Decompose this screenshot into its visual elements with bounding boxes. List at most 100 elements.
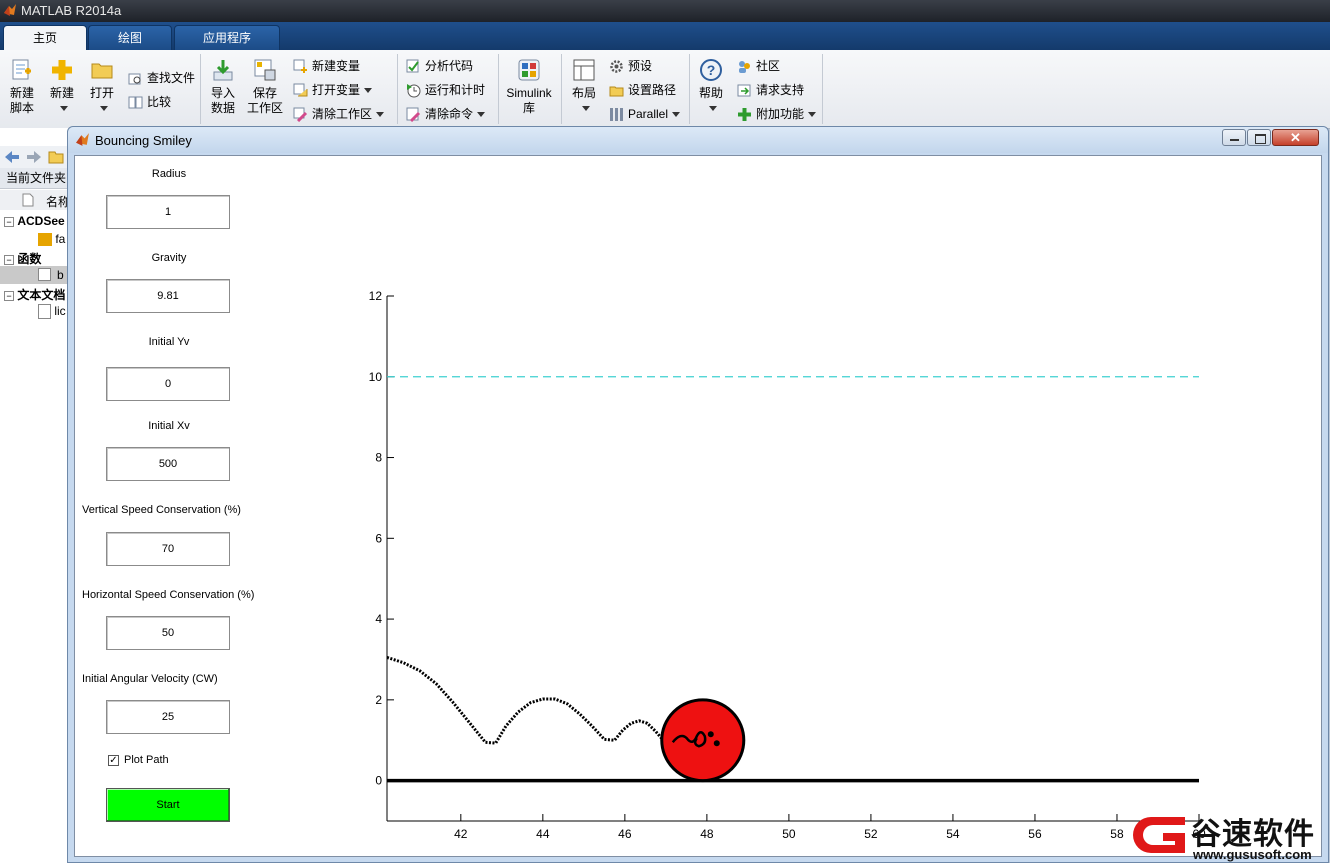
chevron-down-icon <box>376 112 385 118</box>
simulink-icon <box>518 59 540 81</box>
new-variable-button[interactable]: 新建变量 <box>293 56 360 76</box>
x-tick-label: 56 <box>1028 827 1042 841</box>
clear-commands-label: 清除命令 <box>425 107 474 121</box>
analyze-code-button[interactable]: 分析代码 <box>406 56 473 76</box>
matlab-logo-icon <box>4 4 16 16</box>
x-tick-label: 42 <box>454 827 468 841</box>
tree-group-text-docs[interactable]: − 文本文档 <box>4 286 65 303</box>
parallel-icon <box>610 108 623 122</box>
file-icon <box>22 193 34 207</box>
close-button[interactable]: ✕ <box>1272 129 1319 146</box>
back-arrow-icon[interactable] <box>4 150 20 164</box>
compare-button[interactable]: 比较 <box>128 92 171 112</box>
forward-arrow-icon[interactable] <box>26 150 42 164</box>
tree-item[interactable]: fa <box>38 232 66 247</box>
matlab-logo-icon <box>76 133 89 146</box>
open-button[interactable]: 打开 <box>84 58 120 116</box>
x-tick-label: 58 <box>1110 827 1124 841</box>
tree-item-selected[interactable]: b <box>0 266 70 284</box>
tab-plots[interactable]: 绘图 <box>88 25 172 50</box>
chevron-down-icon <box>60 106 68 112</box>
layout-label: 布局 <box>571 86 596 100</box>
compare-icon <box>128 96 143 109</box>
y-tick-label: 12 <box>369 289 383 303</box>
ribbon-toolbar: 新建 脚本 新建 打开 查找文件 比较 导入 数据 保存 工作区 新建变量 打开… <box>0 50 1330 129</box>
request-support-label: 请求支持 <box>756 83 805 97</box>
new-script-label-1: 新建 <box>9 86 34 100</box>
tab-home[interactable]: 主页 <box>3 25 87 50</box>
smiley-eye-icon <box>707 731 714 738</box>
tree-group-label: ACDSee <box>17 214 65 228</box>
new-label: 新建 <box>49 86 74 100</box>
y-tick-label: 0 <box>375 774 382 788</box>
chevron-down-icon <box>808 112 817 118</box>
y-tick-label: 10 <box>369 370 383 384</box>
x-tick-label: 46 <box>618 827 632 841</box>
tab-apps[interactable]: 应用程序 <box>174 25 280 50</box>
clear-workspace-button[interactable]: 清除工作区 <box>293 104 385 124</box>
app-title: MATLAB R2014a <box>21 3 122 18</box>
watermark: 谷速软件 www.gususoft.com <box>1133 807 1330 863</box>
text-file-icon <box>38 304 51 320</box>
up-folder-icon[interactable] <box>48 149 64 164</box>
help-label: 帮助 <box>698 86 723 100</box>
chevron-down-icon <box>100 106 108 112</box>
folder-icon <box>91 63 113 79</box>
set-path-label: 设置路径 <box>628 83 677 97</box>
simulink-library-button[interactable]: Simulink 库 <box>504 58 554 116</box>
y-tick-label: 8 <box>375 451 382 465</box>
clear-workspace-icon <box>293 107 308 123</box>
import-data-button[interactable]: 导入 数据 <box>205 58 241 116</box>
clear-commands-button[interactable]: 清除命令 <box>406 104 486 124</box>
find-files-button[interactable]: 查找文件 <box>128 68 195 88</box>
addons-button[interactable]: 附加功能 <box>737 104 817 124</box>
current-folder-header: 当前文件夹 <box>0 168 70 189</box>
new-button[interactable]: 新建 <box>44 58 80 116</box>
preferences-button[interactable]: 预设 <box>609 56 652 76</box>
ribbon-separator <box>822 54 823 124</box>
layout-button[interactable]: 布局 <box>566 58 602 116</box>
open-label: 打开 <box>89 86 114 100</box>
x-tick-label: 52 <box>864 827 878 841</box>
open-variable-label: 打开变量 <box>312 83 361 97</box>
tree-item-label: fa <box>55 232 66 246</box>
run-and-time-icon <box>407 84 421 98</box>
ribbon-separator <box>498 54 499 124</box>
set-path-button[interactable]: 设置路径 <box>609 80 676 100</box>
y-tick-label: 6 <box>375 531 382 545</box>
tree-group-acdsee[interactable]: − ACDSee <box>4 214 65 228</box>
ribbon-separator <box>689 54 690 124</box>
clear-commands-icon <box>406 107 421 123</box>
smiley-eye-icon <box>713 740 720 747</box>
parallel-button[interactable]: Parallel <box>609 104 681 124</box>
open-variable-button[interactable]: 打开变量 <box>293 80 373 100</box>
tree-item-label: b <box>57 268 64 282</box>
figure-title-bar[interactable]: Bouncing Smiley ✕ <box>68 127 1328 153</box>
minimize-button[interactable] <box>1222 129 1246 146</box>
new-variable-icon <box>293 59 307 74</box>
save-workspace-button[interactable]: 保存 工作区 <box>245 58 285 116</box>
import-label-1: 导入 <box>210 86 235 100</box>
tree-item[interactable]: lic <box>38 304 66 320</box>
new-script-button[interactable]: 新建 脚本 <box>4 58 40 116</box>
import-icon <box>213 60 233 81</box>
community-button[interactable]: 社区 <box>737 56 780 76</box>
ribbon-separator <box>561 54 562 124</box>
request-support-button[interactable]: 请求支持 <box>737 80 804 100</box>
analyze-code-icon <box>406 59 419 73</box>
x-tick-label: 44 <box>536 827 550 841</box>
plot-axes[interactable]: 02468101242 44 46 48 50 52 54 56 58 60 <box>75 156 1321 856</box>
clear-workspace-label: 清除工作区 <box>312 107 373 121</box>
watermark-url: www.gususoft.com <box>1193 847 1312 862</box>
simulink-label-2: 库 <box>522 101 535 115</box>
tree-group-label: 文本文档 <box>17 288 66 302</box>
addons-label: 附加功能 <box>756 107 805 121</box>
help-button[interactable]: ? 帮助 <box>694 58 728 116</box>
tree-group-functions[interactable]: − 函数 <box>4 250 41 267</box>
run-and-time-button[interactable]: 运行和计时 <box>406 80 485 100</box>
name-column-header[interactable]: 名称 <box>0 190 70 210</box>
maximize-button[interactable] <box>1247 129 1271 146</box>
app-title-bar: MATLAB R2014a <box>0 0 1330 22</box>
simulink-label-1: Simulink <box>506 86 552 100</box>
preferences-label: 预设 <box>628 59 653 73</box>
